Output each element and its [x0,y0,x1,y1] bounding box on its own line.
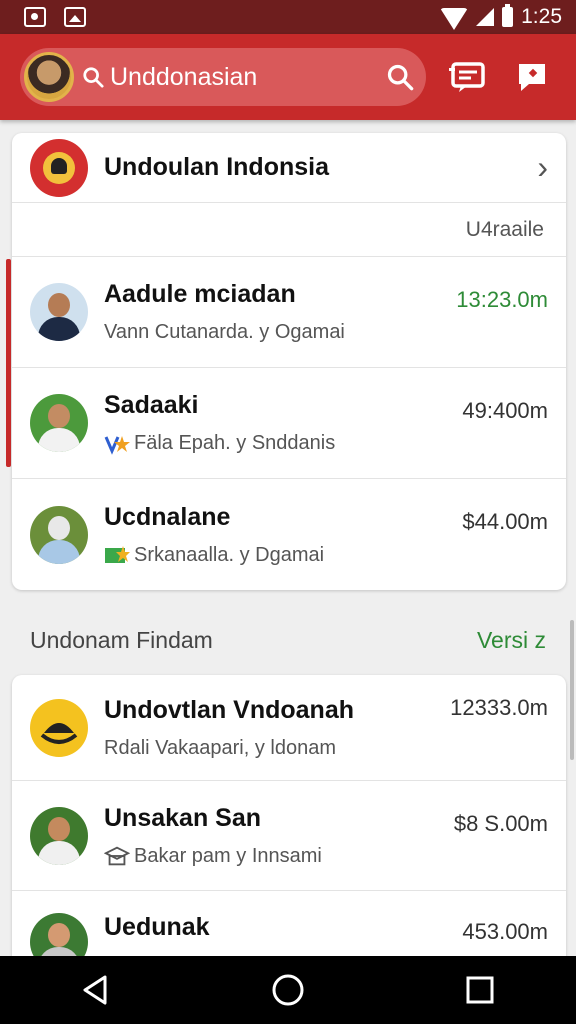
recents-button[interactable] [450,960,510,1020]
item-title: Aadule mciadan [104,280,296,308]
item-subtitle: Fäla Epah. y Snddanis [134,432,336,454]
screen: 1:25 Unddonasian Undoulan Indonsia › U4r… [0,0,576,1024]
card-subheader: U4raaile [12,203,566,257]
section-link[interactable]: Versi z [477,627,546,654]
school-icon [104,846,130,866]
status-time: 1:25 [521,5,562,28]
item-value: 12333.0m [450,695,548,720]
item-value: 49:400m [462,398,548,423]
home-button[interactable] [258,960,318,1020]
organization-title: Undoulan Indonsia [104,153,329,181]
item-subtitle-row: Srkanaalla. y Dgamai [104,544,462,567]
list-item[interactable]: Sadaaki Fäla Epah. y Snddanis 49:400m [12,368,566,479]
list-item[interactable]: Ucdnalane Srkanaalla. y Dgamai $44.00m [12,479,566,590]
camera-icon [24,7,46,27]
item-subtitle: Srkanaalla. y Dgamai [134,543,325,566]
organization-header[interactable]: Undoulan Indonsia › [12,133,566,203]
item-subtitle-row: Bakar pam y Innsami [104,845,454,868]
navigation-bar [0,956,576,1024]
organization-logo [30,138,88,197]
item-title: Ucdnalane [104,502,231,531]
list-item[interactable]: Unsakan San Bakar pam y Innsami $8 S.00m [12,781,566,891]
search-input[interactable]: Unddonasian [110,63,382,92]
search-bar[interactable]: Unddonasian [20,48,426,106]
flag-star-icon [105,546,130,563]
signal-icon [476,8,495,26]
recents-icon [466,976,494,1004]
organization-logo [40,722,78,744]
status-bar: 1:25 [0,0,576,34]
item-value: $44.00m [462,509,548,534]
avatar [30,806,88,865]
message-button[interactable] [446,55,490,99]
profile-avatar[interactable] [24,52,74,102]
back-button[interactable] [66,960,126,1020]
top-card: Undoulan Indonsia › U4raaile Aadule mcia… [12,133,566,590]
item-subtitle: Vann Cutanarda. y Ogamai [104,321,345,343]
home-icon [272,974,304,1006]
chevron-right-icon[interactable]: › [537,149,548,186]
item-value: $8 S.00m [453,811,548,836]
wifi-icon [440,8,469,30]
item-subtitle: Rdali Vakaapari, y ldonam [104,736,336,759]
scrollbar[interactable] [570,620,574,760]
item-value: 453.00m [462,919,548,944]
badge-icon [104,435,130,455]
report-icon [519,64,545,91]
battery-icon [502,4,514,27]
avatar [30,283,88,341]
section-header: Undonam Findam Versi z [30,620,546,660]
bottom-card: Undovtlan Vndoanah Rdali Vakaapari, y ld… [12,675,566,975]
item-subtitle: Bakar pam y Innsami [134,844,322,867]
item-title: Undovtlan Vndoanah [104,695,354,724]
avatar [30,394,88,452]
section-title: Undonam Findam [30,626,213,653]
avatar [30,505,88,564]
item-title: Uedunak [104,913,210,941]
selection-accent [6,259,11,467]
list-item[interactable]: Aadule mciadan Vann Cutanarda. y Ogamai … [12,257,566,368]
search-icon [387,64,414,91]
back-icon [83,975,107,1005]
item-subtitle-row: Fäla Epah. y Snddanis [104,432,462,455]
item-value: 13:23.0m [456,287,548,312]
app-bar: Unddonasian [0,34,576,120]
search-button[interactable] [382,59,418,95]
report-button[interactable] [510,55,554,99]
message-icon [449,62,485,92]
item-title: Unsakan San [104,803,262,832]
list-item[interactable]: Undovtlan Vndoanah Rdali Vakaapari, y ld… [12,675,566,781]
avatar [30,698,88,757]
search-icon [83,67,104,88]
image-icon [64,7,86,27]
item-title: Sadaaki [104,391,199,419]
